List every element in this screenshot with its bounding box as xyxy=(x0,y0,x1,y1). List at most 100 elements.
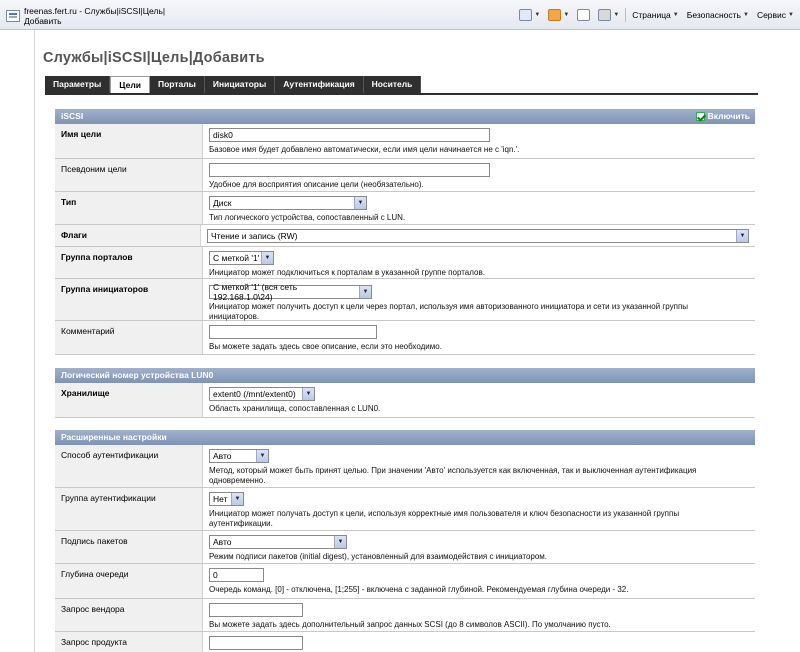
row-storage: Хранилище extent0 (/mnt/extent0) ▼ Област… xyxy=(55,383,755,418)
field-help: Тип логического устройства, сопоставленн… xyxy=(209,213,406,222)
row-target-name: Имя цели Базовое имя будет добавлено авт… xyxy=(55,124,755,159)
select-value: extent0 (/mnt/extent0) xyxy=(213,389,296,399)
vendor-inquiry-input[interactable] xyxy=(209,603,303,617)
comment-input[interactable] xyxy=(209,325,377,339)
tab-initiators[interactable]: Инициаторы xyxy=(204,76,276,93)
select-value: Диск xyxy=(213,198,232,208)
service-menu-label: Сервис xyxy=(756,10,787,20)
select-value: С меткой '1' (вся сеть 192.168.1.0\24) xyxy=(213,282,298,302)
rss-icon xyxy=(548,9,562,21)
print-icon xyxy=(598,9,612,21)
row-type: Тип Диск ▼ Тип логического устройства, со… xyxy=(55,192,755,225)
field-label: Запрос продукта xyxy=(55,632,203,652)
checkbox-checked-icon xyxy=(695,112,705,121)
select-value: Нет xyxy=(213,494,228,504)
product-inquiry-input[interactable] xyxy=(209,636,303,650)
browser-tab-title: freenas.fert.ru - Службы|iSCSI|Цель|Доба… xyxy=(23,6,166,26)
type-select[interactable]: Диск ▼ xyxy=(209,196,367,210)
field-help: Инициатор может получить доступ к цели ч… xyxy=(209,302,689,321)
chevron-down-icon: ▼ xyxy=(742,12,749,18)
chevron-down-icon: ▼ xyxy=(334,536,346,548)
browser-tab[interactable]: freenas.fert.ru - Службы|iSCSI|Цель|Доба… xyxy=(2,5,202,27)
tab-targets[interactable]: Цели xyxy=(110,76,150,93)
field-help: Инициатор может подключиться к порталам … xyxy=(209,268,485,277)
row-vendor-inquiry: Запрос вендора Вы можете задать здесь до… xyxy=(55,599,755,632)
alias-input[interactable] xyxy=(209,163,490,177)
row-alias: Псевдоним цели Удобное для восприятия оп… xyxy=(55,159,755,192)
section-title: iSCSI xyxy=(61,111,84,121)
browser-toolbar: freenas.fert.ru - Службы|iSCSI|Цель|Доба… xyxy=(0,0,800,30)
home-button[interactable]: ▼ xyxy=(517,9,542,21)
field-label: Запрос вендора xyxy=(55,599,203,631)
field-label: Хранилище xyxy=(55,383,203,417)
chevron-down-icon: ▼ xyxy=(736,230,748,242)
chevron-down-icon: ▼ xyxy=(534,12,541,18)
field-help: Область хранилища, сопоставленная с LUN0… xyxy=(209,404,381,413)
tab-media[interactable]: Носитель xyxy=(363,76,422,93)
chevron-down-icon: ▼ xyxy=(613,12,620,18)
home-icon xyxy=(519,9,533,21)
field-label: Имя цели xyxy=(55,124,203,158)
tab-parameters[interactable]: Параметры xyxy=(45,76,111,93)
section-title: Расширенные настройки xyxy=(61,432,167,442)
chevron-down-icon: ▼ xyxy=(302,388,314,400)
tab-bar-underline xyxy=(45,93,758,95)
enable-label: Включить xyxy=(707,111,750,121)
section-header-advanced: Расширенные настройки xyxy=(55,430,755,445)
initiator-group-select[interactable]: С меткой '1' (вся сеть 192.168.1.0\24) ▼ xyxy=(209,282,372,302)
row-comment: Комментарий Вы можете задать здесь свое … xyxy=(55,321,755,355)
security-menu-label: Безопасность xyxy=(686,10,741,20)
page-menu-button[interactable]: Страница ▼ xyxy=(630,10,680,20)
section-title: Логический номер устройства LUN0 xyxy=(61,370,214,380)
field-help: Режим подписи пакетов (initial digest), … xyxy=(209,552,548,561)
queue-depth-input[interactable] xyxy=(209,568,264,582)
row-product-inquiry: Запрос продукта xyxy=(55,632,755,652)
select-value: Авто xyxy=(213,451,232,461)
section-header-lun: Логический номер устройства LUN0 xyxy=(55,368,755,383)
chevron-down-icon: ▼ xyxy=(256,450,268,462)
select-value: Чтение и запись (RW) xyxy=(211,231,298,241)
page-title: Службы|iSCSI|Цель|Добавить xyxy=(43,50,265,66)
chevron-down-icon: ▼ xyxy=(261,252,273,264)
chevron-down-icon: ▼ xyxy=(788,12,794,18)
target-name-input[interactable] xyxy=(209,128,490,142)
row-auth-method: Способ аутентификации Авто ▼ Метод, котор… xyxy=(55,445,755,488)
section-header-iscsi: iSCSI Включить xyxy=(55,109,755,124)
print-button[interactable]: ▼ xyxy=(596,9,621,21)
chevron-down-icon: ▼ xyxy=(231,493,243,505)
mail-icon xyxy=(577,9,591,21)
page-menu-label: Страница xyxy=(632,10,671,20)
field-help: Метод, который может быть принят целью. … xyxy=(209,466,697,485)
tab-portals[interactable]: Порталы xyxy=(149,76,205,93)
page-favicon-icon xyxy=(6,10,20,22)
field-label: Тип xyxy=(55,192,203,224)
security-menu-button[interactable]: Безопасность ▼ xyxy=(685,10,751,20)
field-help: Вы можете задать здесь свое описание, ес… xyxy=(209,342,442,351)
digest-select[interactable]: Авто ▼ xyxy=(209,535,347,549)
chevron-down-icon: ▼ xyxy=(672,12,679,18)
flags-select[interactable]: Чтение и запись (RW) ▼ xyxy=(207,229,749,243)
storage-select[interactable]: extent0 (/mnt/extent0) ▼ xyxy=(209,387,315,401)
mail-button[interactable] xyxy=(575,9,592,21)
service-menu-button[interactable]: Сервис ▼ xyxy=(755,10,796,20)
field-label: Группа аутентификации xyxy=(55,488,203,530)
row-flags: Флаги Чтение и запись (RW) ▼ xyxy=(55,225,755,247)
portal-group-select[interactable]: С меткой '1' ▼ xyxy=(209,251,274,265)
feeds-button[interactable]: ▼ xyxy=(546,9,571,21)
field-label: Псевдоним цели xyxy=(55,159,203,191)
tab-bar: Параметры Цели Порталы Инициаторы Аутент… xyxy=(45,76,422,93)
select-value: Авто xyxy=(213,537,232,547)
field-label: Группа порталов xyxy=(55,247,203,278)
auth-method-select[interactable]: Авто ▼ xyxy=(209,449,269,463)
field-help: Очередь команд. [0] - отключена, [1;255]… xyxy=(209,585,629,594)
field-label: Способ аутентификации xyxy=(55,445,203,487)
field-label: Глубина очереди xyxy=(55,564,203,598)
field-help: Вы можете задать здесь дополнительный за… xyxy=(209,620,611,629)
tab-authentication[interactable]: Аутентификация xyxy=(275,76,364,93)
auth-group-select[interactable]: Нет ▼ xyxy=(209,492,244,506)
row-digest: Подпись пакетов Авто ▼ Режим подписи паке… xyxy=(55,531,755,564)
select-value: С меткой '1' xyxy=(213,253,260,263)
field-label: Подпись пакетов xyxy=(55,531,203,563)
enable-checkbox[interactable]: Включить xyxy=(695,109,750,124)
row-auth-group: Группа аутентификации Нет ▼ Инициатор мож… xyxy=(55,488,755,531)
